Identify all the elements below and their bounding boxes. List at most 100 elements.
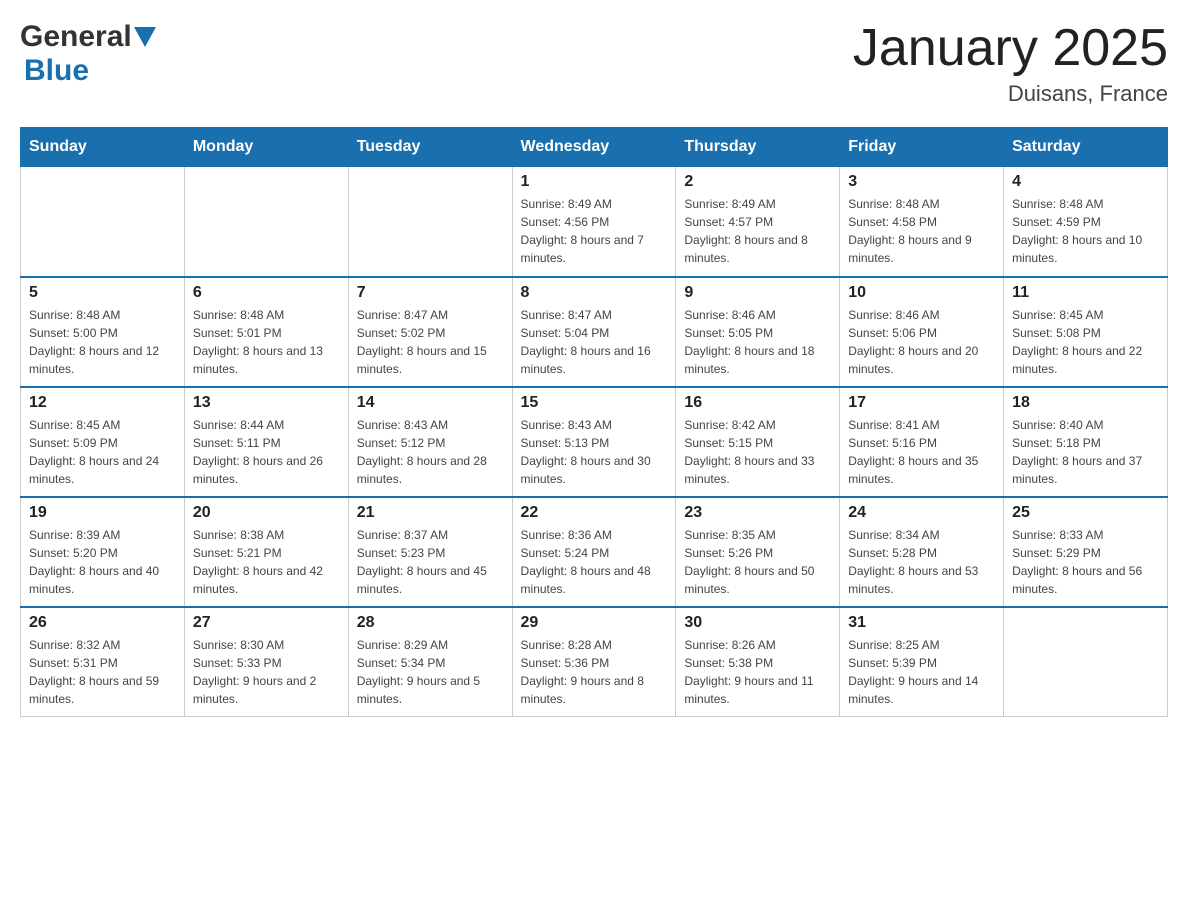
calendar-cell: 21 Sunrise: 8:37 AMSunset: 5:23 PMDayligh… (348, 497, 512, 607)
day-header-thursday: Thursday (676, 128, 840, 167)
day-number: 10 (848, 284, 995, 302)
day-number: 3 (848, 173, 995, 191)
day-number: 30 (684, 614, 831, 632)
day-number: 9 (684, 284, 831, 302)
day-number: 28 (357, 614, 504, 632)
day-number: 18 (1012, 394, 1159, 412)
calendar-cell: 27 Sunrise: 8:30 AMSunset: 5:33 PMDayligh… (184, 607, 348, 717)
day-header-friday: Friday (840, 128, 1004, 167)
day-info: Sunrise: 8:40 AMSunset: 5:18 PMDaylight:… (1012, 416, 1159, 488)
calendar-week-row: 5Sunrise: 8:48 AMSunset: 5:00 PMDaylight… (21, 277, 1168, 387)
calendar-cell: 16 Sunrise: 8:42 AMSunset: 5:15 PMDayligh… (676, 387, 840, 497)
day-info: Sunrise: 8:37 AMSunset: 5:23 PMDaylight:… (357, 526, 504, 598)
day-number: 22 (521, 504, 668, 522)
day-info: Sunrise: 8:48 AMSunset: 5:01 PMDaylight:… (193, 306, 340, 378)
page-header: General Blue January 2025 Duisans, Franc… (20, 20, 1168, 107)
day-info: Sunrise: 8:26 AMSunset: 5:38 PMDaylight:… (684, 636, 831, 708)
calendar-cell: 7 Sunrise: 8:47 AMSunset: 5:02 PMDaylight… (348, 277, 512, 387)
calendar-cell: 6 Sunrise: 8:48 AMSunset: 5:01 PMDaylight… (184, 277, 348, 387)
day-info: Sunrise: 8:38 AMSunset: 5:21 PMDaylight:… (193, 526, 340, 598)
day-header-monday: Monday (184, 128, 348, 167)
day-number: 19 (29, 504, 176, 522)
calendar-cell (21, 167, 185, 277)
day-info: Sunrise: 8:39 AMSunset: 5:20 PMDaylight:… (29, 526, 176, 598)
day-number: 6 (193, 284, 340, 302)
calendar-cell: 10Sunrise: 8:46 AMSunset: 5:06 PMDayligh… (840, 277, 1004, 387)
day-info: Sunrise: 8:46 AMSunset: 5:05 PMDaylight:… (684, 306, 831, 378)
calendar-cell: 20 Sunrise: 8:38 AMSunset: 5:21 PMDayligh… (184, 497, 348, 607)
calendar-cell: 31Sunrise: 8:25 AMSunset: 5:39 PMDayligh… (840, 607, 1004, 717)
day-number: 27 (193, 614, 340, 632)
logo-blue-text: Blue (24, 54, 89, 88)
day-number: 20 (193, 504, 340, 522)
logo-triangle-icon (134, 27, 156, 49)
day-number: 11 (1012, 284, 1159, 302)
day-number: 5 (29, 284, 176, 302)
day-number: 15 (521, 394, 668, 412)
calendar-week-row: 12 Sunrise: 8:45 AMSunset: 5:09 PMDayligh… (21, 387, 1168, 497)
day-number: 13 (193, 394, 340, 412)
day-number: 31 (848, 614, 995, 632)
day-header-sunday: Sunday (21, 128, 185, 167)
day-header-wednesday: Wednesday (512, 128, 676, 167)
calendar-cell: 14 Sunrise: 8:43 AMSunset: 5:12 PMDayligh… (348, 387, 512, 497)
day-info: Sunrise: 8:29 AMSunset: 5:34 PMDaylight:… (357, 636, 504, 708)
calendar-cell: 13 Sunrise: 8:44 AMSunset: 5:11 PMDayligh… (184, 387, 348, 497)
day-info: Sunrise: 8:32 AMSunset: 5:31 PMDaylight:… (29, 636, 176, 708)
calendar-cell (348, 167, 512, 277)
calendar-cell: 12 Sunrise: 8:45 AMSunset: 5:09 PMDayligh… (21, 387, 185, 497)
calendar-cell: 19 Sunrise: 8:39 AMSunset: 5:20 PMDayligh… (21, 497, 185, 607)
calendar-header-row: SundayMondayTuesdayWednesdayThursdayFrid… (21, 128, 1168, 167)
day-info: Sunrise: 8:44 AMSunset: 5:11 PMDaylight:… (193, 416, 340, 488)
calendar-week-row: 19 Sunrise: 8:39 AMSunset: 5:20 PMDayligh… (21, 497, 1168, 607)
day-number: 16 (684, 394, 831, 412)
day-info: Sunrise: 8:47 AMSunset: 5:04 PMDaylight:… (521, 306, 668, 378)
calendar-cell: 15 Sunrise: 8:43 AMSunset: 5:13 PMDayligh… (512, 387, 676, 497)
day-info: Sunrise: 8:43 AMSunset: 5:13 PMDaylight:… (521, 416, 668, 488)
calendar-cell: 9 Sunrise: 8:46 AMSunset: 5:05 PMDaylight… (676, 277, 840, 387)
day-info: Sunrise: 8:35 AMSunset: 5:26 PMDaylight:… (684, 526, 831, 598)
logo-general-text: General (20, 20, 132, 54)
day-info: Sunrise: 8:47 AMSunset: 5:02 PMDaylight:… (357, 306, 504, 378)
day-number: 17 (848, 394, 995, 412)
title-section: January 2025 Duisans, France (853, 20, 1168, 107)
day-number: 29 (521, 614, 668, 632)
day-number: 24 (848, 504, 995, 522)
day-info: Sunrise: 8:45 AMSunset: 5:08 PMDaylight:… (1012, 306, 1159, 378)
day-number: 23 (684, 504, 831, 522)
day-info: Sunrise: 8:43 AMSunset: 5:12 PMDaylight:… (357, 416, 504, 488)
calendar-cell: 3 Sunrise: 8:48 AMSunset: 4:58 PMDaylight… (840, 167, 1004, 277)
calendar-cell: 2Sunrise: 8:49 AMSunset: 4:57 PMDaylight… (676, 167, 840, 277)
day-info: Sunrise: 8:45 AMSunset: 5:09 PMDaylight:… (29, 416, 176, 488)
calendar-title: January 2025 (853, 20, 1168, 77)
day-number: 26 (29, 614, 176, 632)
day-number: 7 (357, 284, 504, 302)
day-number: 12 (29, 394, 176, 412)
day-number: 25 (1012, 504, 1159, 522)
calendar-week-row: 26 Sunrise: 8:32 AMSunset: 5:31 PMDayligh… (21, 607, 1168, 717)
day-info: Sunrise: 8:48 AMSunset: 4:59 PMDaylight:… (1012, 195, 1159, 267)
calendar-cell (184, 167, 348, 277)
day-info: Sunrise: 8:30 AMSunset: 5:33 PMDaylight:… (193, 636, 340, 708)
day-info: Sunrise: 8:42 AMSunset: 5:15 PMDaylight:… (684, 416, 831, 488)
calendar-cell (1004, 607, 1168, 717)
day-number: 21 (357, 504, 504, 522)
location-subtitle: Duisans, France (853, 81, 1168, 107)
day-info: Sunrise: 8:48 AMSunset: 4:58 PMDaylight:… (848, 195, 995, 267)
logo: General Blue (20, 20, 156, 88)
calendar-cell: 23 Sunrise: 8:35 AMSunset: 5:26 PMDayligh… (676, 497, 840, 607)
calendar-cell: 4Sunrise: 8:48 AMSunset: 4:59 PMDaylight… (1004, 167, 1168, 277)
calendar-cell: 8 Sunrise: 8:47 AMSunset: 5:04 PMDaylight… (512, 277, 676, 387)
day-info: Sunrise: 8:36 AMSunset: 5:24 PMDaylight:… (521, 526, 668, 598)
calendar-cell: 5Sunrise: 8:48 AMSunset: 5:00 PMDaylight… (21, 277, 185, 387)
day-header-saturday: Saturday (1004, 128, 1168, 167)
calendar-cell: 24 Sunrise: 8:34 AMSunset: 5:28 PMDayligh… (840, 497, 1004, 607)
day-info: Sunrise: 8:34 AMSunset: 5:28 PMDaylight:… (848, 526, 995, 598)
day-info: Sunrise: 8:41 AMSunset: 5:16 PMDaylight:… (848, 416, 995, 488)
day-number: 8 (521, 284, 668, 302)
day-number: 1 (521, 173, 668, 191)
calendar-cell: 28 Sunrise: 8:29 AMSunset: 5:34 PMDayligh… (348, 607, 512, 717)
calendar-cell: 11 Sunrise: 8:45 AMSunset: 5:08 PMDayligh… (1004, 277, 1168, 387)
day-number: 14 (357, 394, 504, 412)
calendar-cell: 30 Sunrise: 8:26 AMSunset: 5:38 PMDayligh… (676, 607, 840, 717)
